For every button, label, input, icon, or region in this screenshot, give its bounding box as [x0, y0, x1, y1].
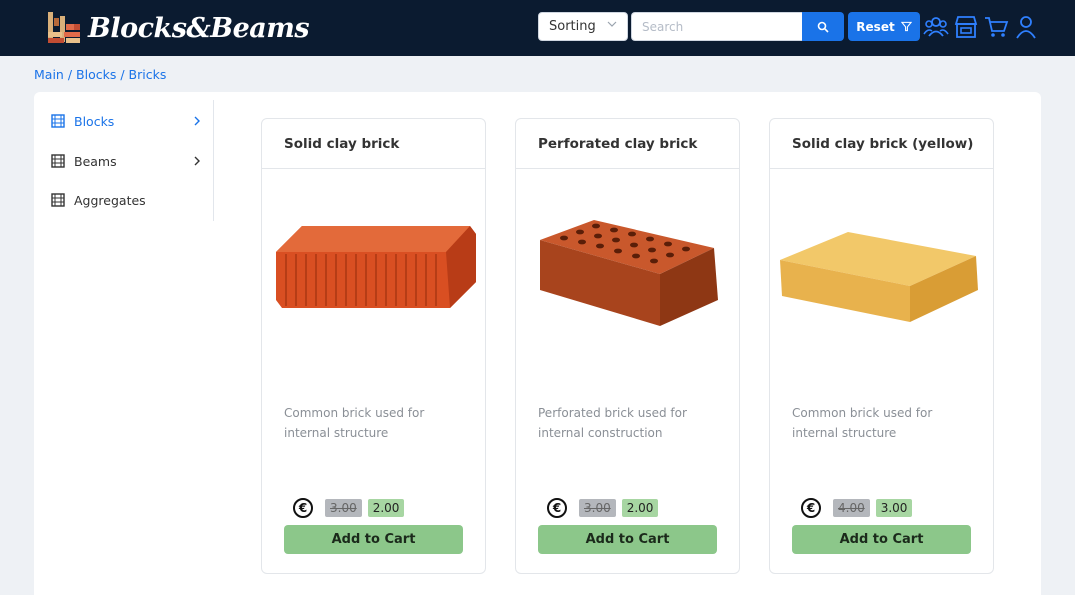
- product-image[interactable]: [524, 204, 734, 354]
- new-price: 3.00: [875, 499, 913, 517]
- product-description: Common brick used for internal structure: [792, 406, 933, 440]
- sidebar-item-label: Blocks: [74, 113, 115, 129]
- reset-filter-button[interactable]: Reset: [848, 12, 920, 41]
- filter-icon: [900, 21, 912, 32]
- brand-name: Blocks&Beams: [88, 12, 310, 44]
- grid-icon: [51, 114, 65, 128]
- search-input[interactable]: [631, 12, 803, 41]
- sidebar-item-label: Beams: [74, 153, 117, 169]
- sidebar-item-blocks[interactable]: Blocks: [51, 108, 201, 134]
- old-price: 3.00: [325, 499, 362, 517]
- product-image[interactable]: [270, 204, 480, 354]
- price-row: € 3.00 2.00: [293, 497, 405, 519]
- product-card: Perforated clay brick Perforated brick u…: [515, 118, 740, 574]
- main-panel: Blocks Beams Aggregates Solid clay brick…: [34, 92, 1041, 595]
- chevron-right-icon: [194, 156, 200, 166]
- users-icon[interactable]: [923, 14, 949, 40]
- euro-icon: €: [801, 498, 821, 518]
- product-title[interactable]: Solid clay brick (yellow): [770, 119, 993, 169]
- product-description: Common brick used for internal structure: [284, 406, 425, 440]
- grid-icon: [51, 154, 65, 168]
- grid-icon: [51, 193, 65, 207]
- product-card: Solid clay brick (yellow) Common brick u…: [769, 118, 994, 574]
- search-icon: [817, 21, 829, 33]
- chevron-down-icon: [607, 21, 617, 27]
- sidebar-item-beams[interactable]: Beams: [51, 148, 201, 174]
- sidebar-item-aggregates[interactable]: Aggregates: [51, 187, 201, 213]
- sorting-label: Sorting: [549, 19, 596, 34]
- reset-label: Reset: [856, 19, 895, 34]
- sidebar-item-label: Aggregates: [74, 192, 146, 208]
- top-navbar: Blocks&Beams Sorting Reset: [0, 0, 1075, 56]
- new-price: 2.00: [621, 499, 659, 517]
- user-icon[interactable]: [1013, 14, 1039, 40]
- logo-bricks-icon: [48, 12, 80, 43]
- brand-logo[interactable]: Blocks&Beams: [46, 10, 310, 46]
- breadcrumb-blocks[interactable]: Blocks: [76, 67, 116, 82]
- breadcrumb: Main / Blocks / Bricks: [34, 67, 166, 82]
- sorting-select[interactable]: Sorting: [538, 12, 628, 41]
- search-button[interactable]: [802, 12, 844, 41]
- product-card: Solid clay brick Common brick used for i…: [261, 118, 486, 574]
- euro-icon: €: [293, 498, 313, 518]
- old-price: 3.00: [579, 499, 616, 517]
- breadcrumb-bricks[interactable]: Bricks: [129, 67, 167, 82]
- product-title[interactable]: Solid clay brick: [262, 119, 485, 169]
- product-image[interactable]: [778, 204, 988, 354]
- product-title[interactable]: Perforated clay brick: [516, 119, 739, 169]
- new-price: 2.00: [367, 499, 405, 517]
- add-to-cart-button[interactable]: Add to Cart: [284, 525, 463, 554]
- price-row: € 4.00 3.00: [801, 497, 913, 519]
- cart-icon[interactable]: [983, 14, 1009, 40]
- product-description: Perforated brick used for internal const…: [538, 406, 687, 440]
- chevron-right-icon: [194, 116, 200, 126]
- price-row: € 3.00 2.00: [547, 497, 659, 519]
- euro-icon: €: [547, 498, 567, 518]
- add-to-cart-button[interactable]: Add to Cart: [792, 525, 971, 554]
- breadcrumb-separator: /: [63, 67, 77, 82]
- category-sidebar: Blocks Beams Aggregates: [34, 100, 214, 221]
- breadcrumb-main[interactable]: Main: [34, 67, 64, 82]
- store-icon[interactable]: [953, 14, 979, 40]
- old-price: 4.00: [833, 499, 870, 517]
- breadcrumb-separator: /: [116, 67, 129, 82]
- add-to-cart-button[interactable]: Add to Cart: [538, 525, 717, 554]
